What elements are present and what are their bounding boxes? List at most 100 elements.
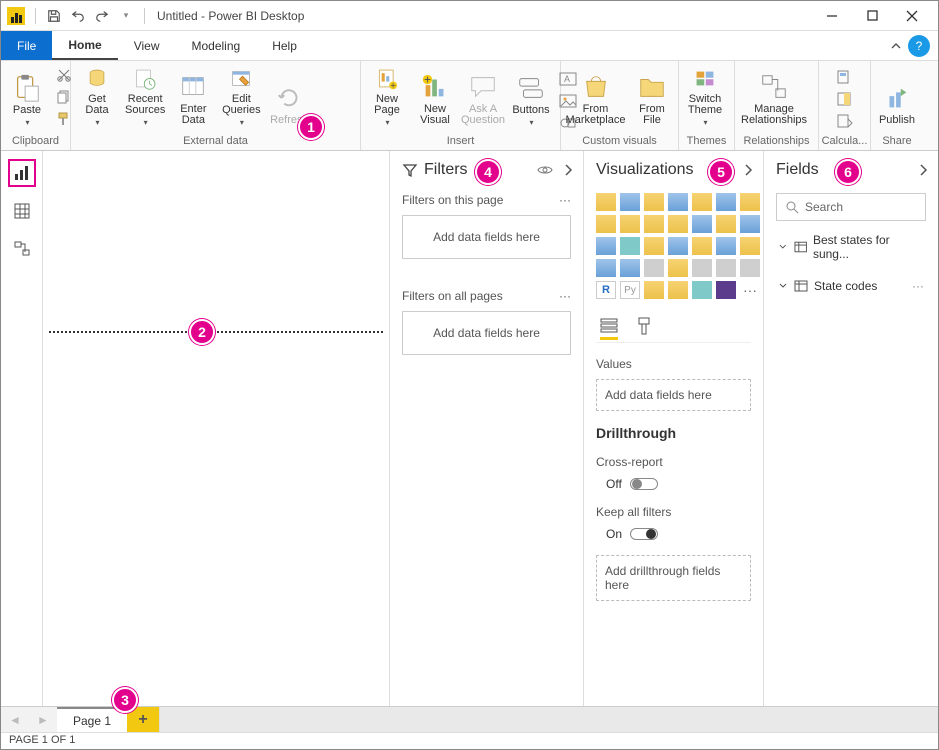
filters-on-all-more-icon[interactable]: ··· [559,289,571,303]
new-visual-button[interactable]: New Visual [413,65,457,129]
viz-table-icon[interactable] [716,259,736,277]
buttons-button[interactable]: Buttons▾ [509,65,553,129]
filters-collapse-icon[interactable] [563,163,573,177]
page-tab-1[interactable]: Page 1 [57,707,127,732]
collapse-ribbon-icon[interactable] [886,31,906,60]
page-tab-bar: ◄ ► Page 1 + [1,706,938,732]
ribbon-label-calculations: Calcula... [819,133,870,150]
viz-clustered-bar-icon[interactable] [644,193,664,211]
save-icon[interactable] [44,6,64,26]
viz-scatter-icon[interactable] [740,215,760,233]
viz-format-tab[interactable] [636,317,652,340]
enter-data-button[interactable]: Enter Data [171,65,215,129]
fields-table-best-states[interactable]: Best states for sung... [776,227,926,267]
viz-100-column-icon[interactable] [716,193,736,211]
report-view-icon[interactable] [8,159,36,187]
new-measure-icon[interactable] [834,67,856,87]
viz-stacked-bar-icon[interactable] [596,193,616,211]
fields-row-more-icon[interactable]: ··· [912,279,924,293]
viz-donut-icon[interactable] [620,237,640,255]
viz-stacked-column-icon[interactable] [620,193,640,211]
viz-decomposition-icon[interactable] [668,281,688,299]
canvas-guide-line [49,331,383,333]
manage-relationships-button[interactable]: Manage Relationships [739,65,809,129]
undo-icon[interactable] [68,6,88,26]
viz-fields-tab[interactable] [600,317,618,340]
help-icon[interactable]: ? [908,35,930,57]
switch-theme-button[interactable]: Switch Theme▾ [683,65,727,129]
viz-clustered-column-icon[interactable] [668,193,688,211]
viz-r-icon[interactable]: R [596,281,616,299]
viz-filled-map-icon[interactable] [692,237,712,255]
viz-more-icon[interactable]: ··· [740,281,760,299]
ribbon-group-themes: Switch Theme▾ Themes [679,61,735,150]
tab-view[interactable]: View [118,31,176,60]
qat-dropdown-icon[interactable]: ▾ [116,6,136,26]
viz-qna-icon[interactable] [692,281,712,299]
viz-slicer-icon[interactable] [692,259,712,277]
paste-button[interactable]: Paste▾ [5,65,49,129]
tab-home[interactable]: Home [52,31,117,60]
filters-on-page-more-icon[interactable]: ··· [559,193,571,207]
viz-line-stacked-icon[interactable] [644,215,664,233]
filters-page-dropzone[interactable]: Add data fields here [402,215,571,259]
ribbon-label-insert: Insert [361,133,560,150]
tab-help[interactable]: Help [256,31,313,60]
viz-funnel-icon[interactable] [596,259,616,277]
viz-ribbon-icon[interactable] [692,215,712,233]
minimize-button[interactable] [812,2,852,30]
ask-question-button[interactable]: Ask A Question [461,65,505,129]
new-page-button[interactable]: New Page▾ [365,65,409,129]
ribbon-group-share: Publish Share [871,61,923,150]
viz-matrix-icon[interactable] [740,259,760,277]
page-next-button[interactable]: ► [29,707,57,732]
publish-button[interactable]: Publish [875,65,919,129]
filters-visibility-icon[interactable] [537,164,553,176]
page-prev-button[interactable]: ◄ [1,707,29,732]
viz-treemap-icon[interactable] [644,237,664,255]
fields-collapse-icon[interactable] [918,163,928,177]
report-canvas[interactable] [43,151,390,706]
viz-map-icon[interactable] [668,237,688,255]
filters-all-dropzone[interactable]: Add data fields here [402,311,571,355]
close-button[interactable] [892,2,932,30]
new-column-icon[interactable] [834,89,856,109]
viz-pie-icon[interactable] [596,237,616,255]
redo-icon[interactable] [92,6,112,26]
new-quick-measure-icon[interactable] [834,111,856,131]
viz-values-dropzone[interactable]: Add data fields here [596,379,751,411]
recent-sources-button[interactable]: Recent Sources▾ [123,65,167,129]
tab-file[interactable]: File [1,31,52,60]
viz-line-icon[interactable] [740,193,760,211]
drillthrough-dropzone[interactable]: Add drillthrough fields here [596,555,751,601]
cross-report-toggle[interactable] [630,478,658,490]
model-view-icon[interactable] [8,235,36,263]
view-switcher [1,151,43,706]
data-view-icon[interactable] [8,197,36,225]
visualizations-collapse-icon[interactable] [743,163,753,177]
viz-shape-map-icon[interactable] [716,237,736,255]
from-marketplace-button[interactable]: From Marketplace [565,65,626,129]
get-data-button[interactable]: Get Data▾ [75,65,119,129]
callout-2: 2 [189,319,215,345]
fields-table-state-codes[interactable]: State codes ··· [776,273,926,299]
maximize-button[interactable] [852,2,892,30]
viz-arcgis-icon[interactable] [716,281,736,299]
viz-key-influencers-icon[interactable] [644,281,664,299]
viz-gauge-icon[interactable] [740,237,760,255]
viz-waterfall-icon[interactable] [716,215,736,233]
drillthrough-heading: Drillthrough [596,425,751,441]
viz-stacked-area-icon[interactable] [620,215,640,233]
viz-kpi-icon[interactable] [668,259,688,277]
fields-search-input[interactable]: Search [776,193,926,221]
viz-area-icon[interactable] [596,215,616,233]
from-file-button[interactable]: From File [630,65,674,129]
tab-modeling[interactable]: Modeling [175,31,256,60]
viz-100-bar-icon[interactable] [692,193,712,211]
edit-queries-button[interactable]: Edit Queries▾ [219,65,263,129]
viz-python-icon[interactable]: Py [620,281,640,299]
viz-card-icon[interactable] [620,259,640,277]
viz-line-clustered-icon[interactable] [668,215,688,233]
keep-filters-toggle[interactable] [630,528,658,540]
viz-multi-card-icon[interactable] [644,259,664,277]
